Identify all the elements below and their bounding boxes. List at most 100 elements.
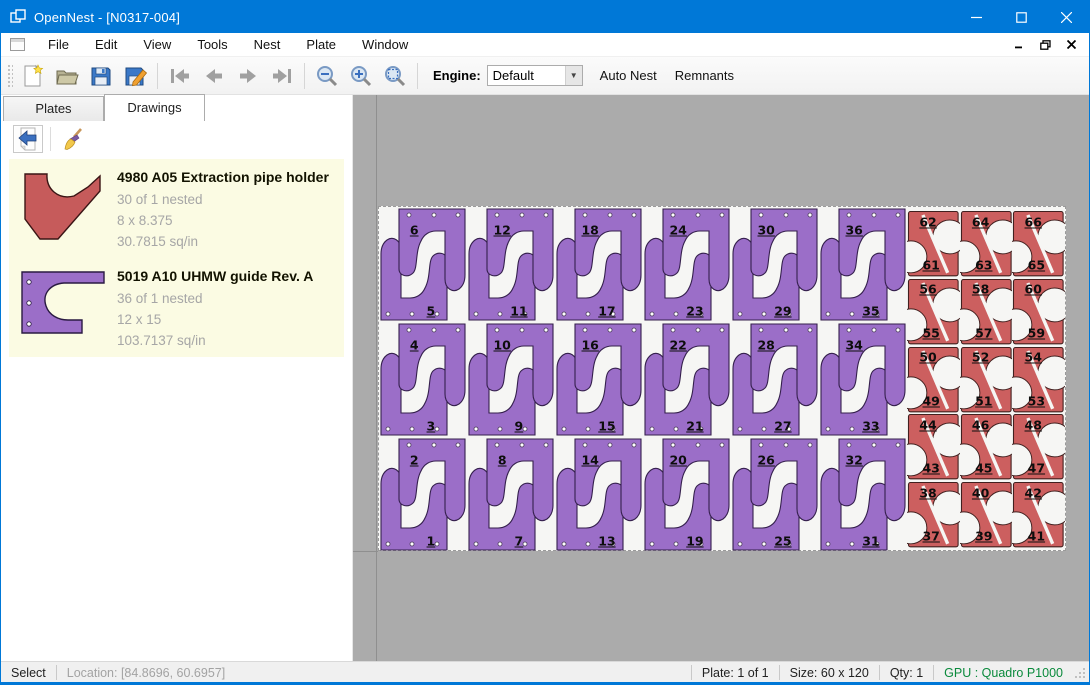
status-qty: Qty: 1 (880, 666, 933, 680)
chevron-down-icon[interactable]: ▼ (565, 66, 582, 85)
save-button[interactable] (84, 60, 118, 92)
tab-drawings[interactable]: Drawings (104, 94, 205, 121)
red-part-pair[interactable]: 6059 (1012, 278, 1065, 346)
new-file-button[interactable] (16, 60, 50, 92)
red-part-pair[interactable]: 4443 (907, 413, 960, 481)
purple-part-pair[interactable]: 2019 (643, 437, 731, 552)
purple-part-pair[interactable]: 2221 (643, 322, 731, 437)
clean-button[interactable] (58, 125, 88, 153)
part-number: 50 (919, 350, 936, 365)
red-part-pair[interactable]: 5049 (907, 346, 960, 414)
red-part-pair[interactable]: 6463 (960, 210, 1013, 278)
window-title: OpenNest - [N0317-004] (34, 10, 180, 25)
menu-nest[interactable]: Nest (241, 34, 294, 55)
go-first-button[interactable] (163, 60, 197, 92)
red-part-pair[interactable]: 5251 (960, 346, 1013, 414)
tab-plates[interactable]: Plates (3, 96, 104, 121)
red-part-pair[interactable]: 4241 (1012, 481, 1065, 549)
purple-part-pair[interactable]: 3433 (819, 322, 907, 437)
menu-view[interactable]: View (130, 34, 184, 55)
part-number: 29 (774, 303, 791, 318)
menu-file[interactable]: File (35, 34, 82, 55)
drawings-list: 4980 A05 Extraction pipe holder 30 of 1 … (9, 159, 344, 357)
drawing-item-2[interactable]: 5019 A10 UHMW guide Rev. A 36 of 1 neste… (9, 258, 344, 357)
drawing-title: 4980 A05 Extraction pipe holder (117, 167, 338, 189)
purple-parts-region: 65 1211 1817 2423 3029 3635 43 109 (379, 207, 907, 552)
part-number: 39 (975, 529, 992, 544)
go-last-icon (270, 67, 294, 85)
purple-part-pair[interactable]: 21 (379, 437, 467, 552)
auto-nest-button[interactable]: Auto Nest (591, 63, 666, 88)
plate-guide-line (376, 95, 377, 661)
resize-grip-icon[interactable] (1073, 666, 1087, 680)
sidebar: Plates Drawings (1, 95, 353, 661)
import-drawing-button[interactable] (13, 125, 43, 153)
part-number: 4 (410, 338, 419, 353)
part-number: 19 (686, 533, 703, 548)
part-number: 45 (975, 461, 992, 476)
zoom-fit-icon (383, 64, 407, 88)
purple-part-pair[interactable]: 87 (467, 437, 555, 552)
part-number: 36 (845, 223, 862, 238)
remnants-button[interactable]: Remnants (666, 63, 743, 88)
purple-part-pair[interactable]: 1413 (555, 437, 643, 552)
plate[interactable]: 65 1211 1817 2423 3029 3635 43 109 (378, 206, 1066, 551)
menu-tools[interactable]: Tools (184, 34, 240, 55)
red-part-pair[interactable]: 4039 (960, 481, 1013, 549)
menu-edit[interactable]: Edit (82, 34, 130, 55)
main-area: Plates Drawings (1, 95, 1089, 661)
zoom-fit-button[interactable] (378, 60, 412, 92)
purple-part-pair[interactable]: 1211 (467, 207, 555, 322)
mdi-restore-button[interactable] (1035, 36, 1055, 54)
red-part-pair[interactable]: 6261 (907, 210, 960, 278)
part-number: 46 (972, 417, 989, 432)
menu-window[interactable]: Window (349, 34, 421, 55)
import-drawing-icon (17, 127, 39, 151)
purple-part-pair[interactable]: 1615 (555, 322, 643, 437)
purple-part-pair[interactable]: 1817 (555, 207, 643, 322)
go-previous-button[interactable] (197, 60, 231, 92)
purple-part-pair[interactable]: 2625 (731, 437, 819, 552)
purple-part-pair[interactable]: 43 (379, 322, 467, 437)
purple-part-pair[interactable]: 3635 (819, 207, 907, 322)
zoom-in-button[interactable] (344, 60, 378, 92)
purple-part-pair[interactable]: 3029 (731, 207, 819, 322)
red-part-pair[interactable]: 46 45 (960, 413, 1013, 481)
menu-plate[interactable]: Plate (293, 34, 349, 55)
document-icon[interactable] (10, 38, 25, 51)
red-part-pair[interactable]: 5857 (960, 278, 1013, 346)
purple-part-pair[interactable]: 109 (467, 322, 555, 437)
purple-part-pair[interactable]: 2423 (643, 207, 731, 322)
nest-canvas[interactable]: 65 1211 1817 2423 3029 3635 43 109 (353, 95, 1089, 661)
part-number: 13 (598, 533, 615, 548)
plate-guide-line (353, 551, 378, 552)
purple-part-pair[interactable]: 3231 (819, 437, 907, 552)
mdi-minimize-button[interactable] (1009, 36, 1029, 54)
save-as-button[interactable] (118, 60, 152, 92)
menu-bar: File Edit View Tools Nest Plate Window (1, 33, 1089, 57)
part-number: 51 (975, 393, 992, 408)
red-part-pair[interactable]: 5453 (1012, 346, 1065, 414)
purple-part-pair[interactable]: 65 (379, 207, 467, 322)
maximize-button[interactable] (999, 1, 1044, 33)
part-number: 21 (686, 418, 703, 433)
engine-combobox[interactable]: Default ▼ (487, 65, 583, 86)
status-location: Location: [84.8696, 60.6957] (57, 666, 235, 680)
red-part-pair[interactable]: 6665 (1012, 210, 1065, 278)
red-part-pair[interactable]: 4847 (1012, 413, 1065, 481)
purple-part-pair[interactable]: 2827 (731, 322, 819, 437)
part-number: 2 (410, 453, 419, 468)
go-last-button[interactable] (265, 60, 299, 92)
part-number: 12 (493, 223, 510, 238)
part-number: 10 (493, 338, 510, 353)
red-part-pair[interactable]: 3837 (907, 481, 960, 549)
red-part-pair[interactable]: 5655 (907, 278, 960, 346)
toolbar-grip[interactable] (6, 63, 13, 89)
open-folder-button[interactable] (50, 60, 84, 92)
mdi-close-button[interactable] (1061, 36, 1081, 54)
minimize-button[interactable] (954, 1, 999, 33)
close-button[interactable] (1044, 1, 1089, 33)
drawing-item-1[interactable]: 4980 A05 Extraction pipe holder 30 of 1 … (9, 159, 344, 258)
go-next-button[interactable] (231, 60, 265, 92)
zoom-out-button[interactable] (310, 60, 344, 92)
